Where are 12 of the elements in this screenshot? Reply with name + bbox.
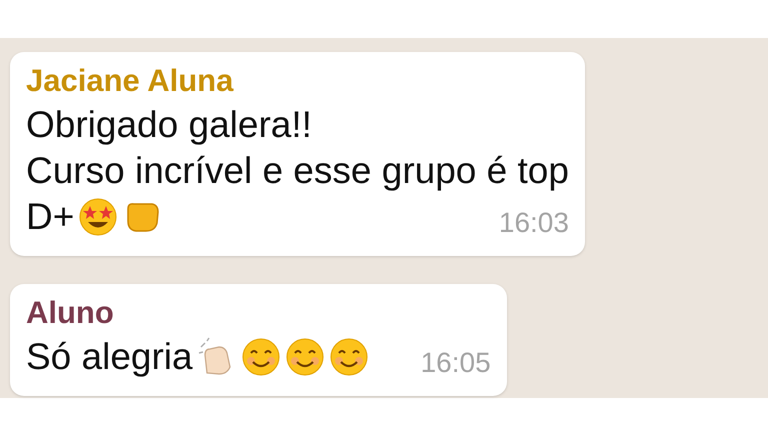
- message-text: D+: [26, 195, 74, 239]
- message-time: 16:03: [498, 206, 569, 240]
- sender-name: Jaciane Aluna: [26, 62, 234, 100]
- smiling-face-icon: [328, 337, 369, 377]
- smiling-face-icon: [284, 337, 325, 377]
- smiling-face-icon: [240, 337, 281, 377]
- sender-name: Aluno: [26, 294, 115, 332]
- message-text: Só alegria: [26, 335, 193, 379]
- message-time: 16:05: [420, 346, 491, 380]
- message-text: Curso incrível e esse grupo é top: [26, 149, 569, 193]
- star-eyes-face-icon: [78, 197, 118, 237]
- message-text: Obrigado galera!!: [26, 103, 312, 147]
